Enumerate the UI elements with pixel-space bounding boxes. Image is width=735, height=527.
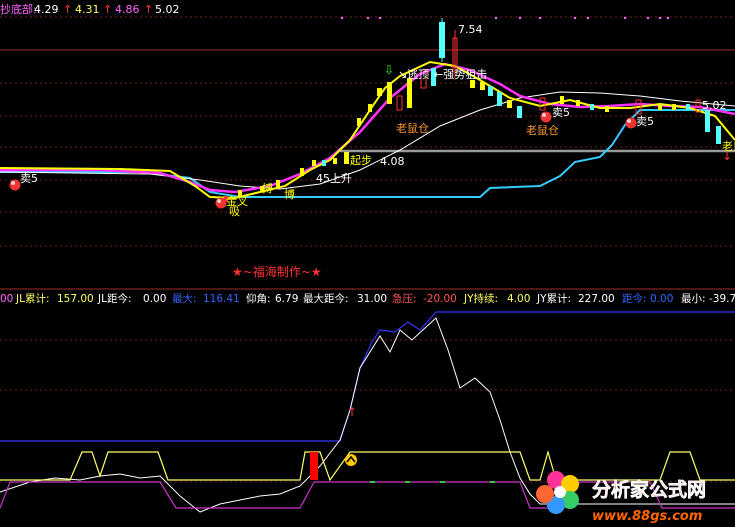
blue-max-line (0, 311, 735, 442)
yellow-step-line (0, 449, 735, 482)
watermark-url: www.88gs.com (592, 509, 702, 524)
annotation-sell5-left: 卖5 (20, 172, 38, 185)
escape-arrow-icon: ⇩ (384, 63, 394, 77)
annotation-rat-position-2: 老鼠仓 (526, 123, 559, 137)
ma-yellow-line (0, 60, 735, 200)
right-price-label: 5.02 (702, 99, 727, 112)
header-value-3: 4.86 (115, 3, 140, 16)
brand-label: ★~福海制作~★ (232, 264, 322, 279)
annotation-rat-position-1: 老鼠仓 (396, 121, 429, 135)
ma-white-line (0, 91, 735, 190)
header-arrow-3: ↑ (144, 3, 153, 16)
header-value-4: 5.02 (155, 3, 180, 16)
annotation-sell5-right: 卖5 (636, 115, 654, 128)
annotation-strong-snipe: ←强势狙击 (434, 68, 487, 81)
top-grid (0, 16, 735, 247)
red-down-arrow-icon: ↓ (722, 149, 732, 163)
annotation-rise45: 45上升 (316, 172, 352, 185)
header-arrow-2: ↑ (103, 3, 112, 16)
annotation-start: 起步 (350, 154, 372, 167)
bottom-stats: 00 JL累计: 157.00 JL距今: 0.00 最大: 116.41 仰角… (0, 292, 735, 305)
top-header: 抄底部: 4.29 ↑ 4.31 ↑ 4.86 ↑ 5.02 (0, 2, 180, 16)
header-title: 抄底部: (0, 2, 37, 16)
annotation-bo-2: 博 (284, 188, 295, 201)
chart-canvas: 4.08 卖5 金叉 搏 博 45上升 起步 老鼠仓 ↘逃顶 ←强势狙击 老鼠仓… (0, 2, 735, 524)
annotation-sell5-mid: 卖5 (552, 106, 570, 119)
annotation-absorb: 吸 (229, 205, 240, 218)
watermark-title: 分析家公式网 (592, 478, 706, 501)
bottom-grid (0, 339, 735, 483)
header-value-1: 4.29 (34, 3, 59, 16)
up-arrow-icon: ↑ (347, 405, 357, 419)
red-signal-bar (310, 452, 318, 480)
annotation-escape-top: ↘逃顶 (398, 68, 429, 81)
header-arrow-1: ↑ (63, 3, 72, 16)
peak-price-label: 7.54 (458, 23, 483, 36)
support-label: 4.08 (380, 155, 405, 168)
header-value-2: 4.31 (75, 3, 100, 16)
annotation-bo-1: 搏 (262, 181, 273, 195)
